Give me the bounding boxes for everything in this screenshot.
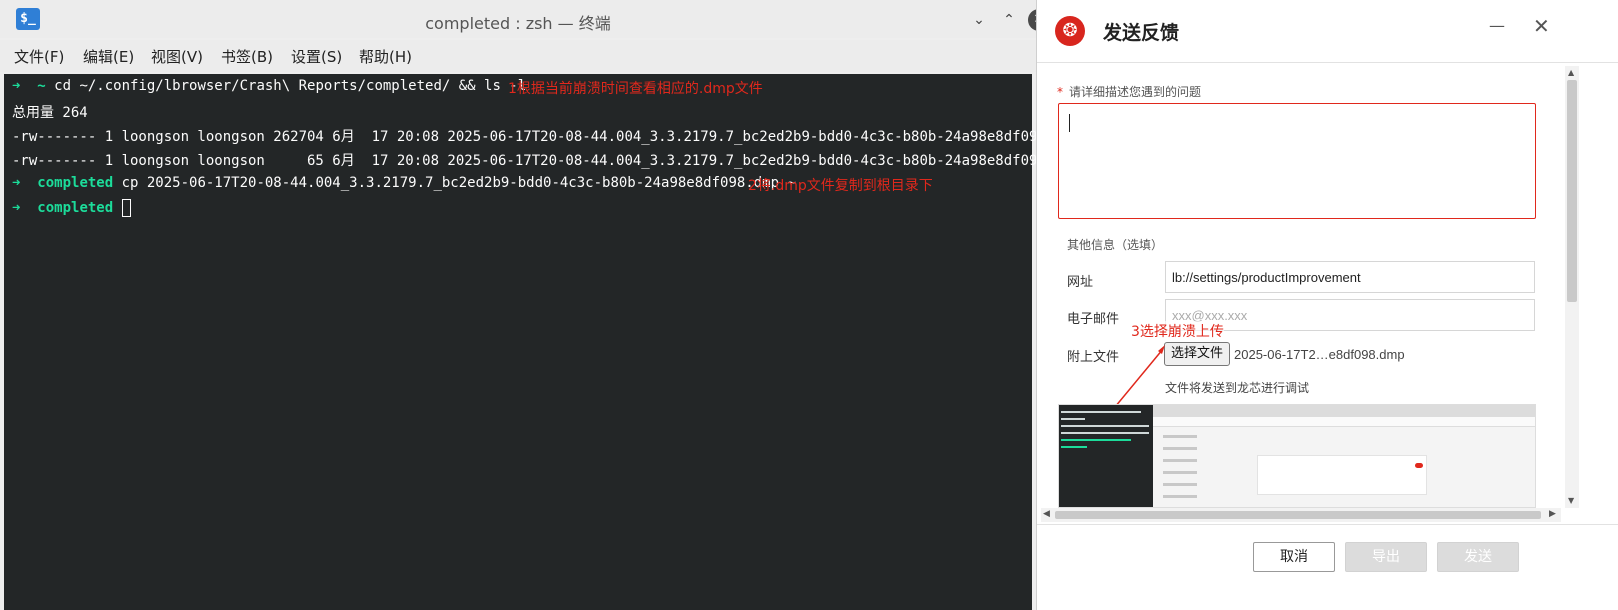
thumb-line (1163, 483, 1197, 486)
prompt-arrow: ➜ (12, 175, 38, 191)
thumb-line (1061, 411, 1141, 413)
thumb-line (1061, 418, 1085, 420)
menu-edit[interactable]: 编辑(E) (83, 46, 134, 67)
prompt-dir: completed (37, 200, 114, 216)
cancel-button[interactable]: 取消 (1253, 542, 1335, 572)
url-label: 网址 (1067, 275, 1094, 290)
command-text: cp 2025-06-17T20-08-44.004_3.3.2179.7_bc… (113, 175, 796, 191)
menu-view[interactable]: 视图(V) (151, 46, 203, 67)
divider (1037, 524, 1618, 525)
url-input[interactable] (1165, 261, 1535, 293)
file-note: 文件将发送到龙芯进行调试 (1165, 381, 1310, 395)
horizontal-scrollbar[interactable]: ◀ ▶ (1041, 508, 1561, 522)
annotation-arrow-icon (1114, 345, 1165, 408)
thumb-line (1163, 495, 1197, 498)
menu-settings[interactable]: 设置(S) (291, 46, 342, 67)
scroll-down-icon[interactable]: ▼ (1568, 496, 1574, 505)
thumb-sidebar (1157, 431, 1217, 507)
thumb-toggle (1415, 463, 1423, 468)
required-mark: * (1057, 85, 1063, 99)
thumb-line (1061, 439, 1131, 441)
terminal-line: -rw------- 1 loongson loongson 262704 6月… (12, 129, 1080, 145)
thumb-line (1163, 459, 1197, 462)
terminal-line: -rw------- 1 loongson loongson 65 6月 17 … (12, 153, 1089, 169)
thumb-tabbar (1153, 405, 1535, 417)
menu-file[interactable]: 文件(F) (14, 46, 64, 67)
description-label: * 请详细描述您遇到的问题 (1057, 83, 1201, 100)
thumb-line (1061, 425, 1149, 427)
menu-help[interactable]: 帮助(H) (359, 46, 412, 67)
menu-bookmarks[interactable]: 书签(B) (221, 46, 273, 67)
vertical-scrollbar[interactable]: ▲ ▼ (1565, 66, 1579, 508)
dialog-title: 发送反馈 (1103, 22, 1180, 44)
terminal-line: ➜ ~ cd ~/.config/lbrowser/Crash\ Reports… (12, 78, 526, 94)
scrollbar-thumb[interactable] (1567, 80, 1577, 302)
terminal-line: ➜ completed (12, 199, 131, 217)
terminal-window: $_ completed : zsh — 终端 ⌄ ⌃ ✕ 文件(F) 编辑(E… (0, 0, 1088, 610)
terminal-line: 总用量 264 (12, 105, 88, 121)
screenshot-thumbnail[interactable] (1058, 404, 1536, 508)
scroll-up-icon[interactable]: ▲ (1568, 68, 1574, 77)
command-text: cd ~/.config/lbrowser/Crash\ Reports/com… (54, 78, 527, 94)
other-info-label: 其他信息（选填） (1067, 238, 1164, 252)
annotation-step-1: 1根据当前崩溃时间查看相应的.dmp文件 (508, 81, 763, 97)
minimize-icon[interactable]: — (1489, 16, 1505, 35)
thumb-line (1163, 447, 1197, 450)
feedback-dialog: ❂ 发送反馈 — ✕ * 请详细描述您遇到的问题 其他信息（选填） 网址 电子邮件… (1036, 0, 1618, 610)
thumbnail-terminal (1059, 405, 1153, 507)
description-textarea[interactable] (1058, 103, 1536, 219)
maximize-icon[interactable]: ⌃ (998, 9, 1020, 31)
terminal-titlebar[interactable]: $_ completed : zsh — 终端 ⌄ ⌃ ✕ (0, 0, 1050, 38)
send-button[interactable]: 发送 (1437, 542, 1519, 572)
prompt-arrow: ➜ ~ (12, 78, 55, 94)
terminal-line: ➜ completed cp 2025-06-17T20-08-44.004_3… (12, 175, 796, 191)
terminal-output[interactable]: ➜ ~ cd ~/.config/lbrowser/Crash\ Reports… (4, 74, 1088, 610)
thumb-settings-panel (1257, 455, 1427, 495)
description-label-text: 请详细描述您遇到的问题 (1069, 85, 1202, 99)
thumb-line (1163, 435, 1197, 438)
prompt-arrow: ➜ (12, 200, 38, 216)
annotation-step-2: 2将.dmp文件复制到根目录下 (748, 178, 933, 194)
app-logo-icon: ❂ (1055, 16, 1085, 46)
dialog-content: *请详细描述您遇到的问题 其他信息（选填） 网址 电子邮件 附上文件 选择文件 … (1037, 63, 1565, 525)
thumb-line (1061, 432, 1149, 434)
attached-file-name: 2025-06-17T2…e8df098.dmp (1234, 347, 1405, 362)
export-button[interactable]: 导出 (1345, 542, 1427, 572)
annotation-step-3: 3选择崩溃上传 (1131, 321, 1224, 341)
terminal-cursor (121, 199, 131, 217)
email-label: 电子邮件 (1067, 312, 1120, 327)
close-icon[interactable]: ✕ (1533, 14, 1550, 38)
window-title: completed : zsh — 终端 (425, 14, 611, 33)
text-caret (1069, 114, 1070, 132)
thumb-line (1163, 471, 1197, 474)
prompt-dir: completed (37, 175, 114, 191)
thumb-addressbar (1153, 417, 1535, 427)
thumb-line (1061, 446, 1087, 448)
scrollbar-thumb[interactable] (1055, 511, 1541, 519)
thumbnail-browser (1153, 405, 1535, 507)
minimize-icon[interactable]: ⌄ (968, 9, 990, 31)
scroll-right-icon[interactable]: ▶ (1549, 509, 1556, 519)
scroll-left-icon[interactable]: ◀ (1043, 509, 1050, 519)
